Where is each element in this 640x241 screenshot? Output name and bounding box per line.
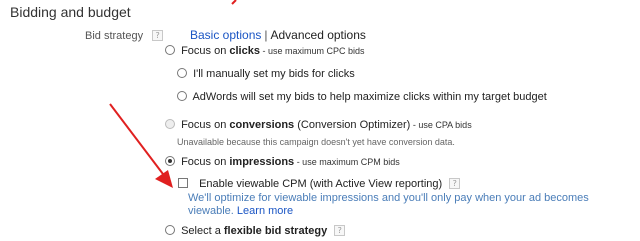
focus-clicks-keyword: clicks <box>229 45 260 57</box>
viewable-cpm-checkbox[interactable] <box>178 178 188 188</box>
options-separator: | <box>264 28 268 42</box>
basic-options-link[interactable]: Basic options <box>190 28 261 42</box>
focus-impressions-prefix: Focus on <box>181 156 230 168</box>
focus-clicks-suffix: - use maximum CPC bids <box>259 46 365 56</box>
viewable-cpm-label: Enable viewable CPM (with Active View re… <box>199 178 443 190</box>
radio-button-selected[interactable] <box>165 156 175 166</box>
radio-button-disabled <box>165 119 175 129</box>
manual-clicks-label: I'll manually set my bids for clicks <box>193 68 355 80</box>
focus-conversions-suffix: - use CPA bids <box>410 120 472 130</box>
auto-clicks-label: AdWords will set my bids to help maximiz… <box>192 91 547 103</box>
conversions-unavailable-note: Unavailable because this campaign doesn'… <box>177 137 455 147</box>
advanced-options-link[interactable]: Advanced options <box>271 28 366 42</box>
flexible-prefix: Select a <box>181 225 224 237</box>
radio-button[interactable] <box>165 45 175 55</box>
help-icon[interactable]: ? <box>334 225 346 236</box>
radio-focus-impressions[interactable]: Focus on impressions - use maximum CPM b… <box>165 156 400 168</box>
radio-focus-clicks[interactable]: Focus on clicks - use maximum CPC bids <box>165 45 365 57</box>
focus-conversions-keyword: conversions <box>229 119 295 131</box>
bid-strategy-label: Bid strategy ? <box>85 30 164 42</box>
annotation-arrow-main-line <box>109 103 167 179</box>
annotation-arrow-top-line <box>231 0 237 5</box>
section-title: Bidding and budget <box>10 4 131 20</box>
viewable-cpm-description: We'll optimize for viewable impressions … <box>188 192 628 218</box>
radio-flexible-strategy[interactable]: Select a flexible bid strategy ? <box>165 225 346 237</box>
bid-strategy-label-text: Bid strategy <box>85 30 144 42</box>
help-icon[interactable]: ? <box>152 30 164 41</box>
focus-clicks-prefix: Focus on <box>181 45 230 57</box>
flexible-keyword: flexible bid strategy <box>223 225 328 237</box>
radio-button[interactable] <box>177 68 187 78</box>
help-icon[interactable]: ? <box>449 178 461 189</box>
focus-impressions-keyword: impressions <box>229 156 295 168</box>
radio-button[interactable] <box>165 225 175 235</box>
focus-conversions-prefix: Focus on <box>181 119 230 131</box>
radio-auto-clicks[interactable]: AdWords will set my bids to help maximiz… <box>177 91 547 103</box>
radio-focus-conversions: Focus on conversions (Conversion Optimiz… <box>165 119 472 131</box>
annotation-arrowhead <box>155 170 173 188</box>
focus-impressions-suffix: - use maximum CPM bids <box>294 157 400 167</box>
radio-manual-clicks[interactable]: I'll manually set my bids for clicks <box>177 68 355 80</box>
viewable-cpm-option[interactable]: Enable viewable CPM (with Active View re… <box>178 178 461 190</box>
focus-conversions-middle: (Conversion Optimizer) <box>294 119 411 131</box>
options-toggle: Basic options | Advanced options <box>190 28 366 42</box>
radio-button[interactable] <box>177 91 187 101</box>
learn-more-link[interactable]: Learn more <box>237 205 293 217</box>
